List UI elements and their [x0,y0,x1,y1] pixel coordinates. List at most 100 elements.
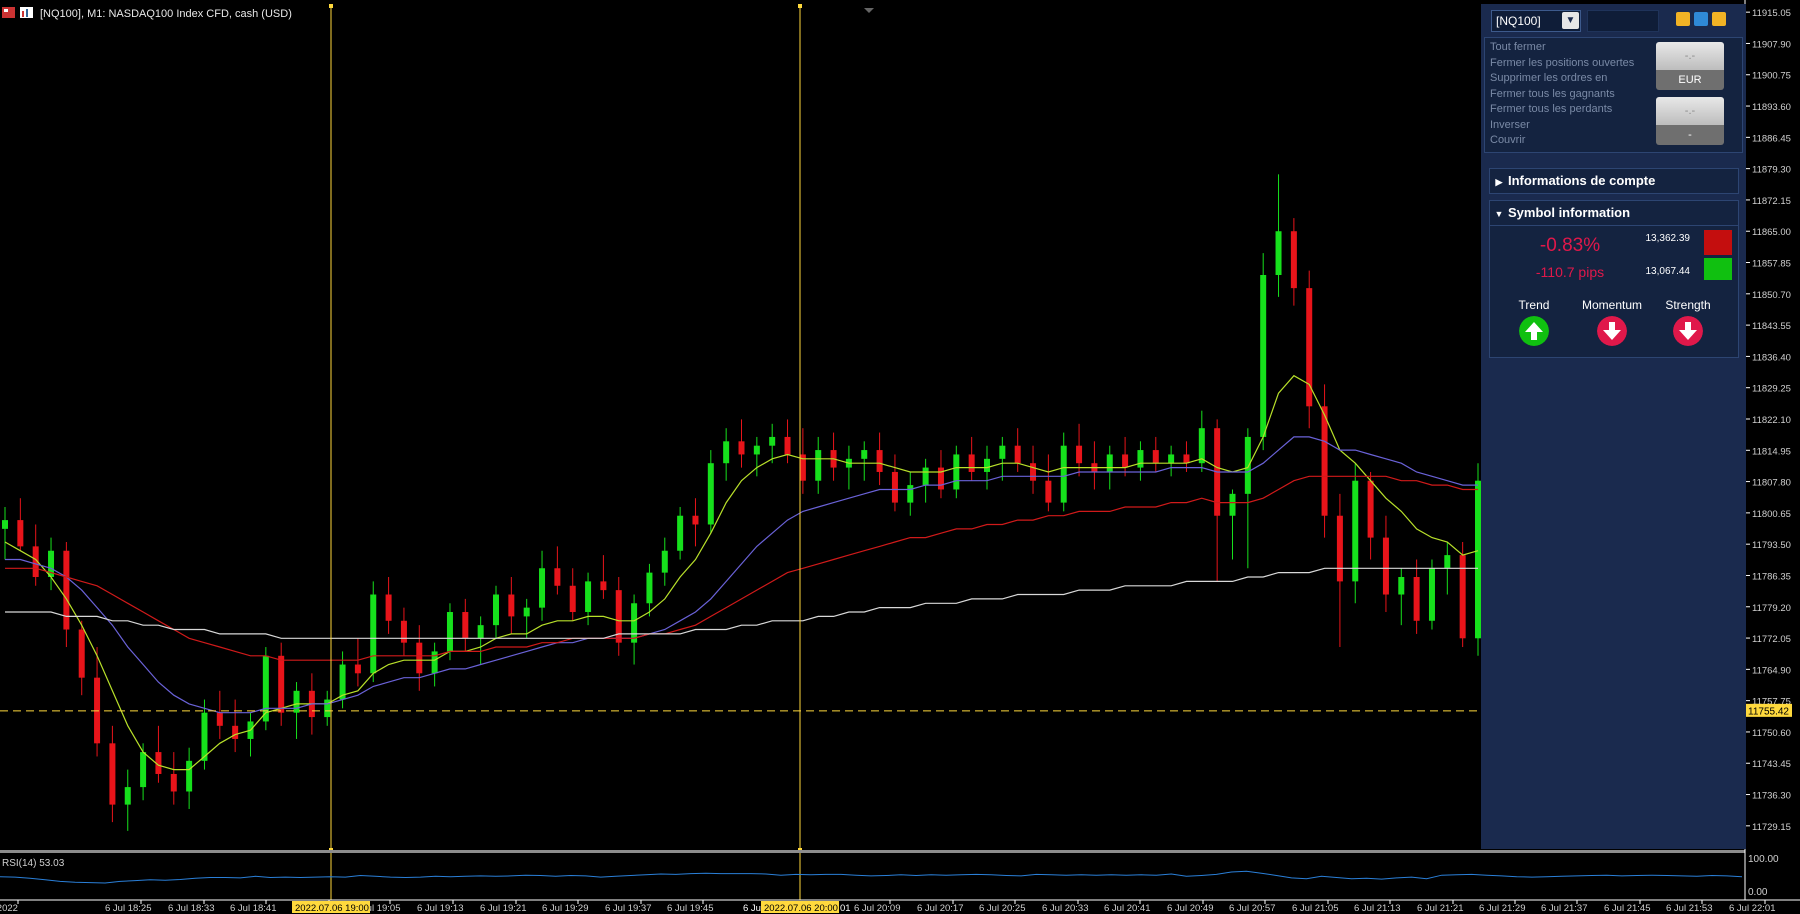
candle-body [78,629,85,678]
candle-body [922,467,929,486]
candle-body [1398,577,1405,595]
candle-body [523,607,530,617]
menu-hedge[interactable]: Couvrir [1490,134,1525,146]
price-tick-label: 11786.35 [1752,571,1791,582]
account-info-header[interactable]: ▶ Informations de compte [1489,168,1739,194]
time-tick-label: 6 Jul 20:17 [917,903,963,914]
candle-body [692,515,699,525]
arrow-up-icon [1519,316,1549,346]
lots-button[interactable]: -.- - [1656,97,1724,145]
time-marker-2-prefix: 6 Jul [743,903,763,914]
time-tick-label: 6 Jul 20:25 [979,903,1025,914]
price-tick-label: 11886.45 [1752,133,1791,144]
candle-body [1275,231,1282,275]
candle-body [508,594,515,617]
candle-body [216,712,223,726]
candle-body [63,550,70,630]
profit-value: -.- [1656,42,1724,70]
price-tick-label: 11736.30 [1752,791,1791,802]
candle-body [999,445,1006,459]
time-tick-label: 6 Jul 21:13 [1354,903,1400,914]
candle-body [539,568,546,608]
candle-body [1076,445,1083,464]
candle-body [1382,537,1389,595]
change-pips: -110.7 pips [1535,264,1605,280]
candle-body [784,436,791,455]
time-tick-label: 6 Jul 21:05 [1292,903,1338,914]
price-tick-label: 11807.80 [1752,478,1791,489]
settings-icon[interactable] [1694,12,1708,26]
candle-body [385,594,392,621]
candle-body [201,712,208,761]
lots-unit: - [1656,125,1724,145]
candle-body [1352,480,1359,582]
candle-body [186,760,193,792]
price-tick-label: 11829.25 [1752,384,1791,395]
symbol-info-header[interactable]: ▼ Symbol information [1489,200,1739,226]
time-tick-label: 6 Jul 20:49 [1167,903,1213,914]
time-tick-label: 6 Jul 20:09 [854,903,900,914]
candle-body [707,463,714,525]
trading-panel: [NQ100] ▼ Tout fermer Fermer les positio… [1481,4,1746,849]
price-tick-label: 11800.65 [1752,509,1791,520]
lot-input[interactable] [1587,10,1659,32]
profit-button[interactable]: -.- EUR [1656,42,1724,90]
close-panel-icon[interactable] [1712,12,1726,26]
candle-body [984,458,990,472]
copy-icon[interactable] [1676,12,1690,26]
candle-body [124,787,131,805]
candle-body [446,612,453,652]
candle-body [631,603,638,643]
menu-delete-orders[interactable]: Supprimer les ordres en [1490,72,1607,84]
rsi-axis-top: 100.00 [1748,854,1779,865]
time-marker-1-label: 2022.07.06 19:00 [295,903,369,914]
candle-body [1321,406,1328,516]
chevron-down-icon[interactable]: ▼ [1562,12,1579,29]
momentum-label: Momentum [1581,298,1643,312]
candle-body [876,450,883,472]
menu-close-winners[interactable]: Fermer tous les gagnants [1490,88,1615,100]
menu-close-open[interactable]: Fermer les positions ouvertes [1490,57,1634,69]
candle-body [1168,454,1175,464]
menu-close-all[interactable]: Tout fermer [1490,41,1546,53]
time-marker-2-label: 2022.07.06 20:00 [764,903,838,914]
candle-body [585,581,592,613]
actions-box: Tout fermer Fermer les positions ouverte… [1484,37,1743,153]
menu-close-losers[interactable]: Fermer tous les perdants [1490,103,1612,115]
price-tick-label: 11764.90 [1752,665,1791,676]
candle-body [1290,231,1297,289]
candle-body [140,752,147,788]
candle-body [1106,454,1113,472]
rsi-axis-bottom: 0.00 [1748,887,1768,898]
price-tick-label: 11836.40 [1752,352,1791,363]
candle-body [416,642,423,674]
candle-body [477,625,484,639]
candle-body [753,445,760,455]
candle-body [861,450,868,459]
candle-body [1014,445,1021,464]
arrow-down-icon [1673,316,1703,346]
price-tick-label: 11893.60 [1752,102,1791,113]
candle-body [1428,568,1435,621]
symbol-info-label: Symbol information [1508,205,1631,220]
candle-body [1459,555,1466,639]
candle-body [738,441,745,455]
rsi-label: RSI(14) 53.03 [2,858,65,869]
candle-body [1122,454,1129,468]
candle-body [232,725,239,739]
price-tick-label: 11750.60 [1752,728,1791,739]
time-axis: Jul 2022 6 Jul 18:25 6 Jul 18:33 6 Jul 18:4… [0,900,1775,914]
candle-body [354,664,361,674]
day-high: 13,362.39 [1645,233,1691,244]
trend-label: Trend [1518,298,1550,312]
symbol-select[interactable]: [NQ100] ▼ [1491,10,1581,32]
strength-label: Strength [1665,298,1711,312]
lots-value: -.- [1656,97,1724,125]
candle-body [400,620,407,643]
change-percent: -0.83% [1539,235,1601,256]
menu-reverse[interactable]: Inverser [1490,119,1530,131]
candle-body [462,612,469,639]
time-tick-label: 6 Jul 18:41 [230,903,276,914]
time-tick-label: 6 Jul 18:33 [168,903,214,914]
candle-body [1244,436,1251,494]
